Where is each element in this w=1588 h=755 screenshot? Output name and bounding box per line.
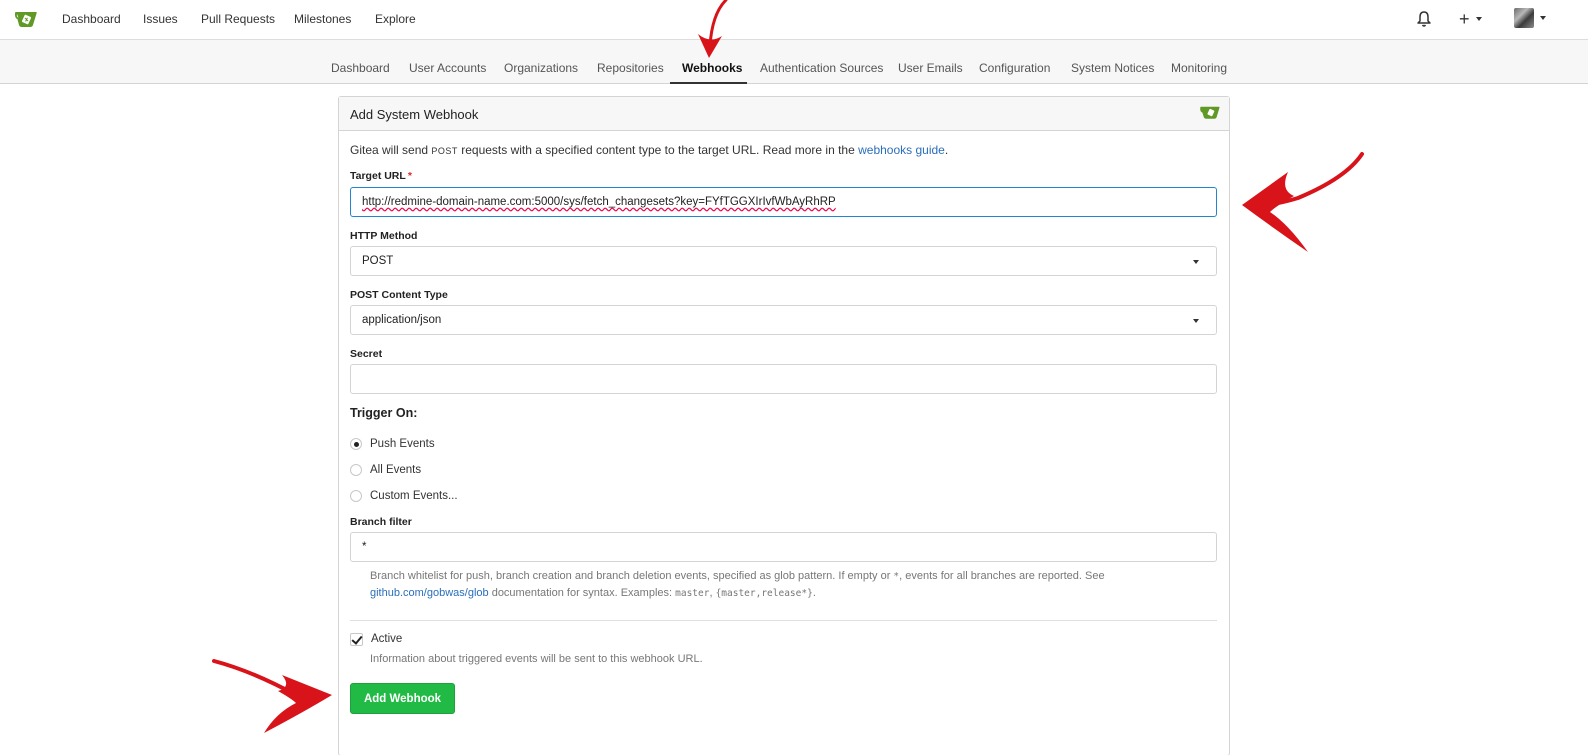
page-title: Add System Webhook [350, 107, 479, 122]
top-navbar: Dashboard Issues Pull Requests Milestone… [0, 0, 1588, 40]
user-menu[interactable] [1514, 8, 1546, 28]
content-type-select[interactable]: application/json [350, 305, 1217, 335]
annotation-arrow-icon [1242, 152, 1364, 252]
tab-monitoring[interactable]: Monitoring [1171, 61, 1227, 75]
chevron-down-icon [1540, 16, 1546, 20]
branch-filter-help: Branch whitelist for push, branch creati… [370, 568, 1130, 602]
add-webhook-button[interactable]: Add Webhook [350, 683, 455, 714]
target-url-input[interactable]: http://redmine-domain-name.com:5000/sys/… [350, 187, 1217, 217]
tab-system-notices[interactable]: System Notices [1071, 61, 1154, 75]
required-mark: * [407, 170, 412, 182]
desc-text: requests with a specified content type t… [457, 143, 859, 157]
nav-pull-requests[interactable]: Pull Requests [201, 12, 275, 26]
content-type-value: application/json [362, 314, 442, 326]
active-tab-indicator [670, 82, 747, 84]
radio-custom-events[interactable] [350, 490, 362, 502]
secret-input[interactable] [350, 364, 1217, 394]
trigger-all-events[interactable]: All Events [350, 463, 421, 477]
tab-repositories[interactable]: Repositories [597, 61, 664, 75]
gitea-logo-icon [1200, 106, 1220, 119]
plus-icon: + [1459, 9, 1470, 29]
webhooks-guide-link[interactable]: webhooks guide [858, 143, 945, 157]
radio-label: Push Events [370, 438, 435, 450]
active-label: Active [371, 633, 403, 645]
tab-authentication-sources[interactable]: Authentication Sources [760, 61, 883, 75]
tab-user-emails[interactable]: User Emails [898, 61, 963, 75]
nav-issues[interactable]: Issues [143, 12, 178, 26]
chevron-down-icon [1193, 260, 1199, 264]
bell-icon[interactable] [1416, 10, 1432, 28]
chevron-down-icon [1475, 17, 1482, 21]
annotation-arrow-icon [698, 0, 728, 58]
desc-text: Gitea will send [350, 143, 432, 157]
nav-dashboard[interactable]: Dashboard [62, 12, 121, 26]
active-checkbox-row[interactable]: Active [350, 632, 402, 646]
http-method-select[interactable]: POST [350, 246, 1217, 276]
http-method-label: HTTP Method [350, 230, 418, 242]
trigger-push-events[interactable]: Push Events [350, 437, 435, 451]
annotation-arrow-icon [212, 659, 332, 733]
help-text: documentation for syntax. Examples: [488, 587, 676, 599]
radio-label: Custom Events... [370, 490, 458, 502]
desc-text: . [944, 143, 949, 157]
target-url-label: Target URL * [350, 170, 412, 182]
label-text: Target URL [350, 170, 406, 182]
card-header: Add System Webhook [339, 97, 1229, 131]
tab-dashboard[interactable]: Dashboard [331, 61, 390, 75]
divider [350, 620, 1217, 621]
tab-configuration[interactable]: Configuration [979, 61, 1050, 75]
chevron-down-icon [1193, 319, 1199, 323]
help-code: {master,release*} [715, 588, 813, 599]
admin-tabs: Dashboard User Accounts Organizations Re… [0, 40, 1588, 84]
help-text: Branch whitelist for push, branch creati… [370, 570, 894, 582]
active-checkbox[interactable] [350, 632, 363, 646]
radio-label: All Events [370, 464, 422, 476]
help-text: , events for all branches are reported. … [899, 570, 1105, 582]
nav-explore[interactable]: Explore [375, 12, 416, 26]
trigger-custom-events[interactable]: Custom Events... [350, 489, 458, 503]
tab-user-accounts[interactable]: User Accounts [409, 61, 486, 75]
avatar [1514, 8, 1534, 28]
nav-milestones[interactable]: Milestones [294, 12, 351, 26]
tab-organizations[interactable]: Organizations [504, 61, 578, 75]
help-text: . [812, 587, 816, 599]
desc-post-keyword: POST [431, 146, 458, 156]
create-menu[interactable]: + [1459, 10, 1482, 28]
trigger-on-title: Trigger On: [350, 406, 418, 420]
branch-filter-value: * [362, 541, 367, 553]
branch-filter-label: Branch filter [350, 516, 412, 528]
http-method-value: POST [362, 255, 394, 267]
gitea-logo-icon[interactable] [14, 8, 38, 30]
radio-push-events[interactable] [350, 438, 362, 450]
content-type-label: POST Content Type [350, 289, 448, 301]
secret-label: Secret [350, 348, 383, 360]
radio-all-events[interactable] [350, 464, 362, 476]
active-help: Information about triggered events will … [370, 653, 703, 665]
help-code: master [675, 588, 710, 599]
glob-docs-link[interactable]: github.com/gobwas/glob [370, 587, 489, 599]
form-description: Gitea will send POST requests with a spe… [350, 143, 948, 157]
tab-webhooks[interactable]: Webhooks [682, 61, 742, 75]
target-url-value: http://redmine-domain-name.com:5000/sys/… [362, 196, 836, 208]
branch-filter-input[interactable]: * [350, 532, 1217, 562]
